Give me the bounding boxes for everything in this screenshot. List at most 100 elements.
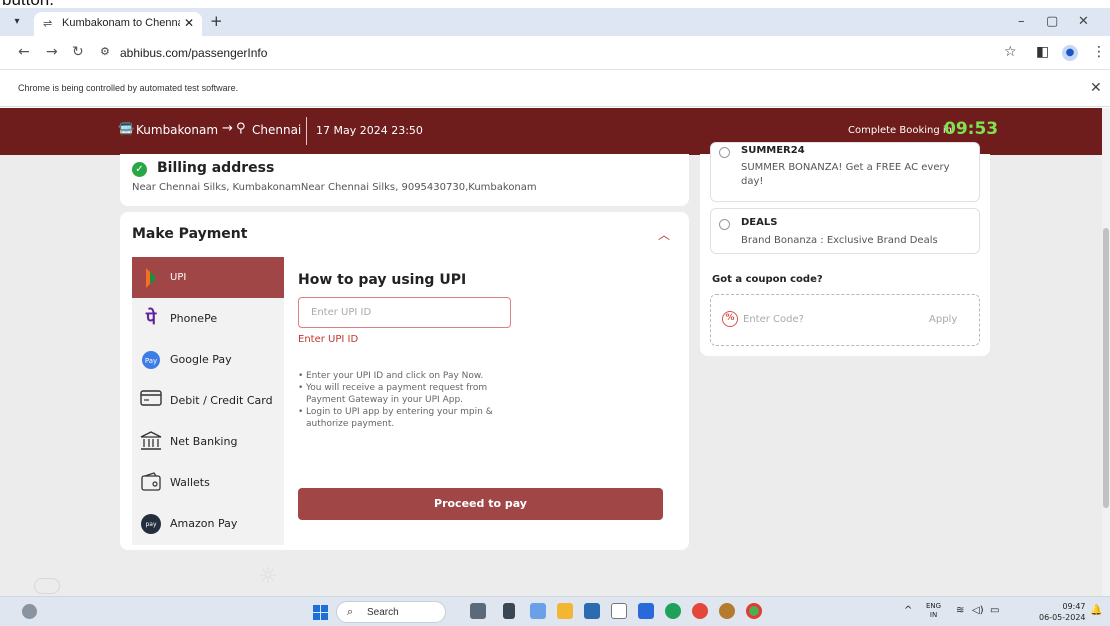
minimize-icon[interactable]: – [1018,14,1025,29]
header-divider [306,117,307,145]
edge-icon[interactable] [665,603,681,619]
billing-address: Near Chennai Silks, KumbakonamNear Chenn… [132,182,537,193]
amazon-pay-icon: pay [140,513,162,535]
back-icon[interactable]: ← [18,44,30,60]
menu-kebab-icon[interactable]: ⋮ [1092,44,1106,60]
check-icon: ✓ [132,162,147,177]
browser-tab-bar: ▾ ⇌ Kumbakonam to Chennai Bus T ✕ + – ▢ … [0,8,1110,36]
chrome-icon[interactable] [746,603,762,619]
tab-search-icon[interactable]: ▾ [8,14,26,30]
wifi-icon[interactable]: ≋ [956,605,964,616]
upi-id-placeholder: Enter UPI ID [311,307,372,318]
method-google-pay[interactable]: Pay Google Pay [132,339,284,380]
site-info-icon[interactable]: ⚙ [100,45,110,58]
windows-start-icon[interactable] [313,605,328,620]
coupon-code-placeholder: Enter Code? [743,314,804,325]
method-net-banking[interactable]: Net Banking [132,421,284,462]
infobar-close-icon[interactable]: ✕ [1090,79,1102,96]
proceed-to-pay-button[interactable]: Proceed to pay [298,488,663,520]
automation-notice: Chrome is being controlled by automated … [18,83,239,93]
page-scrollbar[interactable] [1102,108,1110,596]
system-clock[interactable]: 09:47 06-05-2024 [1039,601,1086,623]
coupons-card: SUMMER24 SUMMER BONANZA! Get a FREE AC e… [700,142,990,356]
url-field[interactable]: abhibus.com/passengerInfo [120,46,267,60]
app-store-icon[interactable] [584,603,600,619]
new-tab-icon[interactable]: + [210,12,223,30]
instruction-item: You will receive a payment request from … [298,382,508,406]
make-payment-title: Make Payment [132,226,248,242]
tray-chevron-icon[interactable]: ^ [904,605,912,616]
method-amazon-pay[interactable]: pay Amazon Pay [132,503,284,544]
bus-icon: 🚍 [118,122,135,137]
route-from: Kumbakonam [136,123,219,137]
widgets-icon[interactable] [22,604,37,619]
browser-tab[interactable]: ⇌ Kumbakonam to Chennai Bus T ✕ [34,12,202,36]
app-calendar-icon[interactable] [611,603,627,619]
profile-avatar-icon[interactable]: ● [1062,45,1078,61]
side-panel-icon[interactable]: ◧ [1036,44,1049,60]
dropbox-icon[interactable] [638,603,654,619]
battery-icon[interactable]: ▭ [990,605,999,616]
instruction-item: Enter your UPI ID and click on Pay Now. [298,370,508,382]
volume-icon[interactable]: ◁) [972,605,984,616]
bus-favicon-icon: ⇌ [43,17,53,30]
reload-icon[interactable]: ↻ [72,44,84,60]
upi-icon [140,267,162,289]
complete-booking-label: Complete Booking in [848,125,953,136]
address-bar: ← → ↻ ⚙ abhibus.com/passengerInfo ☆ ◧ ● … [0,36,1110,70]
upi-id-input[interactable]: Enter UPI ID [298,297,511,328]
bank-icon [140,431,162,453]
route-to: Chennai [252,123,302,137]
tab-title: Kumbakonam to Chennai Bus T [62,17,180,29]
phonepe-icon: पे [145,308,157,329]
app-brown-icon[interactable] [719,603,735,619]
payment-methods-list: UPI पे PhonePe Pay Google Pay Debit / Cr… [132,257,284,545]
countdown-timer: 09:53 [944,119,999,139]
tab-close-icon[interactable]: ✕ [184,16,194,30]
google-pay-icon: Pay [140,349,162,371]
language-indicator[interactable]: ENG IN [926,602,941,620]
svg-text:Pay: Pay [145,357,157,365]
forward-icon[interactable]: → [46,44,58,60]
app-red-icon[interactable] [692,603,708,619]
method-phonepe[interactable]: पे PhonePe [132,298,284,339]
billing-title: Billing address [157,160,275,176]
bookmark-star-icon[interactable]: ☆ [1004,44,1017,60]
notification-bell-icon[interactable]: 🔔 [1090,605,1102,616]
cloud-decoration-icon [34,578,60,594]
upi-instructions: Enter your UPI ID and click on Pay Now. … [298,370,508,430]
windows-taskbar: ⌕ Search ^ ENG IN ≋ ◁) ▭ 09:47 06-05-2024 … [0,596,1110,626]
upi-error-text: Enter UPI ID [298,334,359,345]
top-cropped-text: button. [0,0,1110,8]
location-pin-icon: ⚲ [236,121,246,136]
card-icon [140,390,162,412]
window-close-icon[interactable]: ✕ [1078,14,1089,29]
coupon-radio[interactable] [719,147,730,158]
coupon-summer24[interactable]: SUMMER24 SUMMER BONANZA! Get a FREE AC e… [710,142,980,202]
route-arrow-icon: → [222,121,233,136]
file-explorer-icon[interactable] [557,603,573,619]
make-payment-card: Make Payment ︿ UPI पे PhonePe Pay Google… [120,212,689,550]
coupon-deals[interactable]: DEALS Brand Bonanza : Exclusive Brand De… [710,208,980,254]
restore-icon[interactable]: ▢ [1046,14,1058,29]
method-wallets[interactable]: Wallets [132,462,284,503]
chevron-up-icon[interactable]: ︿ [658,226,670,243]
search-icon: ⌕ [347,605,354,618]
taskbar-search[interactable]: ⌕ Search [336,601,446,623]
page-content: 🚍 Kumbakonam → ⚲ Chennai 17 May 2024 23:… [0,108,1102,596]
coupon-code-input[interactable]: % Enter Code? Apply [710,294,980,346]
journey-datetime: 17 May 2024 23:50 [316,124,423,137]
app-camera-icon[interactable] [470,603,486,619]
app-widget-icon[interactable] [530,603,546,619]
method-card[interactable]: Debit / Credit Card [132,380,284,421]
apply-button[interactable]: Apply [929,314,957,325]
svg-text:pay: pay [145,521,156,528]
method-upi[interactable]: UPI [132,257,284,298]
coupon-radio[interactable] [719,219,730,230]
sun-decoration-icon: ☼ [258,564,278,589]
billing-card: ✓ Billing address Near Chennai Silks, Ku… [120,154,689,206]
app-taskview-icon[interactable] [503,603,515,619]
scrollbar-thumb[interactable] [1103,228,1109,508]
wallet-icon [140,472,162,494]
got-coupon-label: Got a coupon code? [712,274,823,285]
